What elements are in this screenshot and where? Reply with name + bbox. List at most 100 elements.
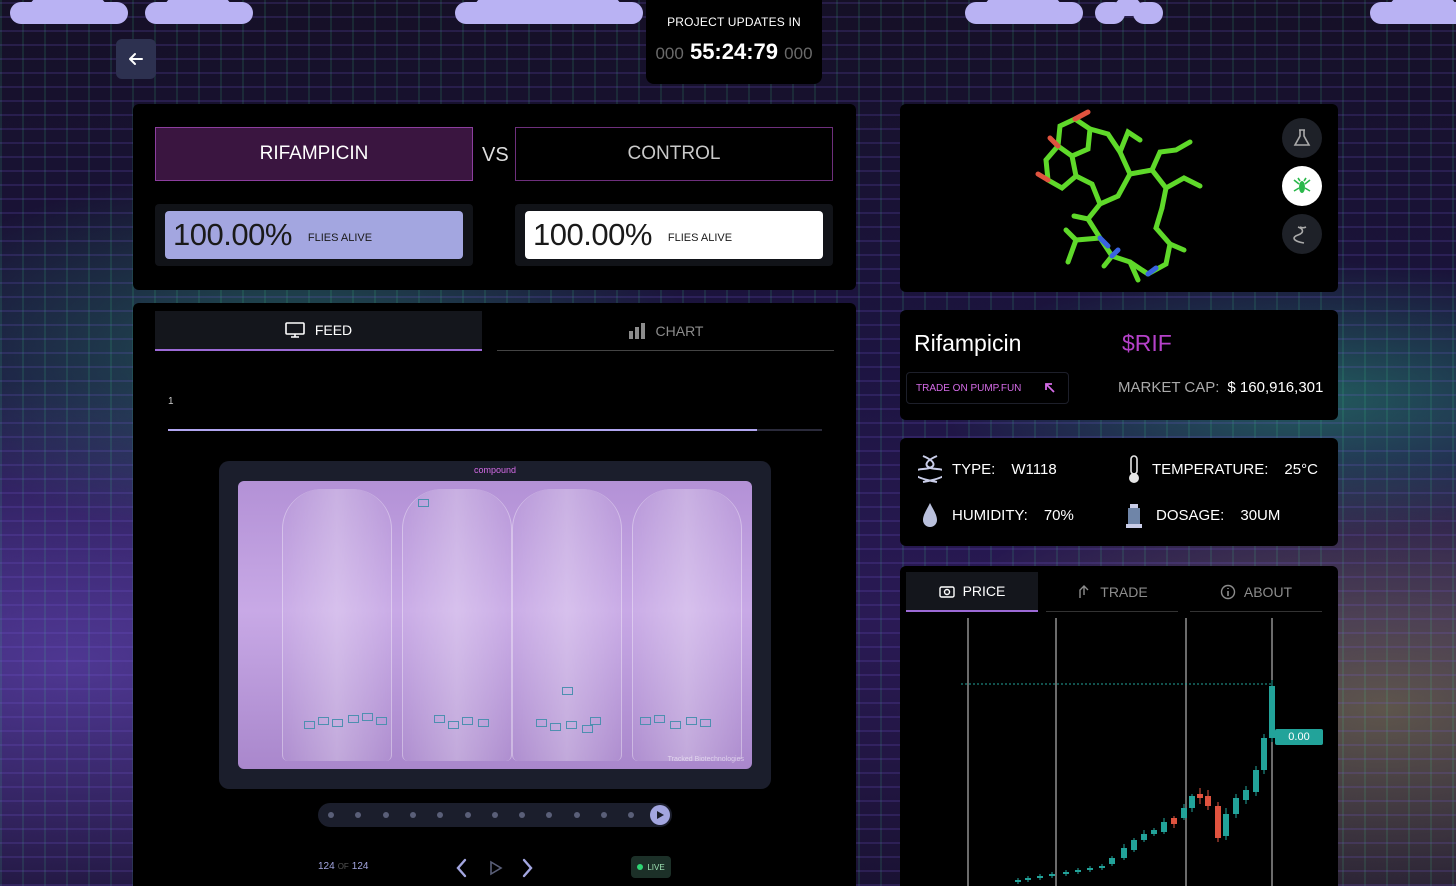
fly-detection-box [434, 715, 445, 723]
experiment-conditions-panel: TYPE: W1118 TEMPERATURE: 25°C HUMIDITY: 70%… [900, 438, 1338, 546]
cloud-decoration [455, 2, 605, 24]
timeline-dot[interactable] [546, 812, 553, 818]
live-badge[interactable]: LIVE [631, 856, 671, 878]
tab-about-label: ABOUT [1243, 583, 1293, 600]
timeline-dot[interactable] [409, 812, 416, 818]
feed-progress-bar [168, 429, 822, 431]
tab-chart-label: CHART [655, 322, 704, 339]
timeline-dot[interactable] [601, 812, 607, 818]
timeline-dot[interactable] [437, 812, 444, 818]
candle-body [1131, 840, 1137, 850]
previous-frame-icon[interactable] [453, 856, 471, 880]
timer-label: PROJECT UPDATES IN [667, 15, 801, 29]
candle-body [1215, 806, 1221, 838]
fly-detection-box [550, 723, 561, 731]
trade-on-pumpfun-button[interactable]: TRADE ON PUMP.FUN [906, 372, 1069, 404]
candle-body [1189, 796, 1195, 808]
trade-arrow-icon [1079, 584, 1089, 598]
fly-detection-box [318, 717, 329, 725]
price-chart[interactable]: 0.00 [906, 618, 1332, 886]
timeline-dot[interactable] [519, 812, 526, 818]
candle-body [1099, 866, 1105, 868]
condition-humidity-value: 70% [1043, 506, 1074, 524]
timeline-scrubber[interactable] [318, 803, 672, 827]
timer-clock: 000 55:24:79 000 [646, 39, 822, 65]
thermometer-icon [1129, 455, 1139, 483]
condition-temperature-label: TEMPERATURE: [1152, 460, 1269, 478]
last-price-label: 0.00 [1275, 729, 1323, 745]
view-toggle-dna[interactable] [1282, 214, 1322, 254]
live-label: LIVE [647, 862, 665, 872]
condition-humidity-label: HUMIDITY: [952, 506, 1028, 524]
candle-body [1063, 872, 1069, 874]
candle-body [1025, 878, 1031, 880]
next-frame-icon[interactable] [518, 856, 536, 880]
timeline-dot[interactable] [355, 812, 362, 818]
condition-dosage-label: DOSAGE: [1156, 506, 1225, 524]
token-name: Rifampicin [914, 330, 1022, 356]
tab-about[interactable]: ABOUT [1190, 572, 1322, 612]
fly-detection-box [448, 721, 459, 729]
cloud-decoration [1095, 2, 1125, 24]
fly-vial-video[interactable]: Tracked Biotechnologies [238, 481, 752, 769]
fly-detection-box [686, 717, 697, 725]
survival-label: FLIES ALIVE [307, 232, 373, 244]
compound-tab-rifampicin[interactable]: RIFAMPICIN [155, 127, 473, 181]
molecule-viewer[interactable] [900, 104, 1338, 292]
condition-type-value: W1118 [1011, 460, 1057, 478]
candle-body [1141, 834, 1147, 840]
view-toggle-flask[interactable] [1282, 118, 1322, 158]
fly-detection-box [700, 719, 711, 727]
cloud-decoration [965, 2, 1045, 24]
tab-price-label: PRICE [962, 583, 1006, 599]
tab-chart[interactable]: CHART [497, 311, 834, 351]
bar-chart-icon [628, 322, 645, 339]
view-toggle-fly[interactable] [1282, 166, 1322, 206]
fly-icon [1293, 177, 1311, 193]
condition-type-label: TYPE: [952, 460, 996, 478]
candle-body [1015, 880, 1021, 882]
candle-body [1223, 814, 1229, 836]
timeline-dot[interactable] [382, 812, 389, 818]
survival-label: FLIES ALIVE [667, 232, 733, 244]
play-icon[interactable] [488, 856, 504, 880]
timeline-dot[interactable] [491, 812, 498, 818]
candle-body [1151, 830, 1157, 834]
fly-detection-box [332, 719, 343, 727]
timer-time: 55:24:79 [689, 39, 779, 64]
trade-button-label: TRADE ON PUMP.FUN [916, 382, 1022, 394]
tab-feed[interactable]: FEED [155, 311, 482, 351]
cloud-decoration [145, 2, 215, 24]
fly-detection-box [376, 717, 387, 725]
token-info-panel: Rifampicin $RIF TRADE ON PUMP.FUN MARKET… [900, 310, 1338, 420]
scrubber-play-button[interactable] [650, 805, 670, 825]
candle-body [1261, 738, 1267, 770]
back-button[interactable] [116, 39, 156, 79]
fly-detection-box [566, 721, 577, 729]
tab-trade[interactable]: TRADE [1046, 572, 1178, 612]
market-cap: MARKET CAP: $ 160,916,301 [1118, 379, 1323, 396]
timeline-dot[interactable] [573, 812, 580, 818]
tab-price[interactable]: PRICE [906, 572, 1038, 612]
timeline-dot[interactable] [464, 812, 471, 818]
camera-icon [938, 586, 955, 598]
water-drop-icon [923, 503, 937, 527]
fly-detection-box [654, 715, 665, 723]
candle-body [1181, 808, 1187, 818]
timeline-dot[interactable] [328, 812, 334, 818]
candle-body [1109, 858, 1115, 864]
beaker-icon [1126, 504, 1142, 528]
timeline-dot[interactable] [628, 812, 635, 818]
monitor-icon [285, 322, 305, 338]
condition-dosage-value: 30UM [1240, 506, 1281, 524]
candle-body [1243, 790, 1249, 800]
fly-detection-box [478, 719, 489, 727]
candle-body [1161, 822, 1167, 832]
candle-body [1205, 796, 1211, 806]
survival-percent: 100.00% [173, 217, 292, 252]
countdown-timer: PROJECT UPDATES IN 000 55:24:79 000 [646, 0, 822, 84]
survival-percent: 100.00% [533, 217, 652, 252]
compound-tab-control[interactable]: CONTROL [515, 127, 833, 181]
condition-temperature: TEMPERATURE: 25°C [1126, 454, 1318, 484]
play-icon [657, 811, 664, 819]
